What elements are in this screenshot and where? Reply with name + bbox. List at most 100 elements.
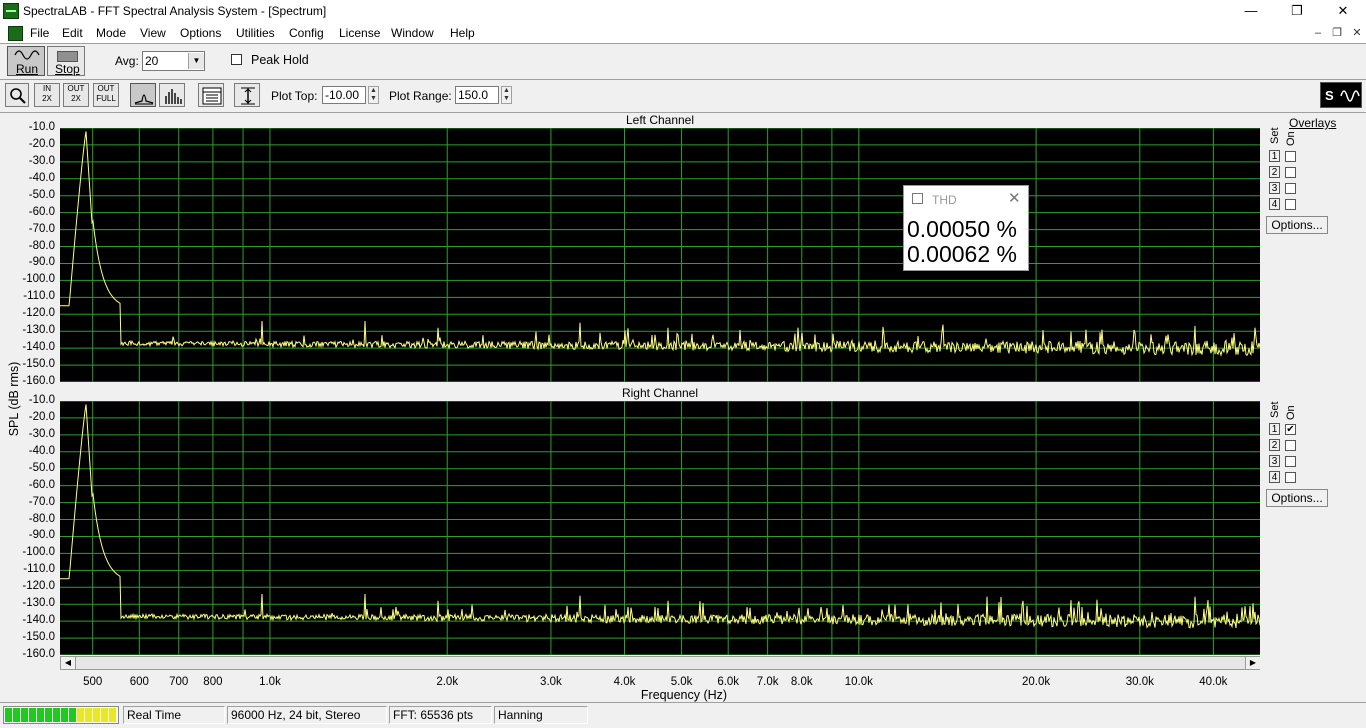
window-title: SpectraLAB - FFT Spectral Analysis Syste…: [23, 4, 327, 18]
spectralab-logo: S: [1320, 82, 1362, 108]
menu-edit[interactable]: Edit: [62, 26, 83, 40]
y-tick-label: -70.0: [28, 222, 55, 235]
overlay-on-checkbox[interactable]: [1285, 440, 1296, 451]
overlay-set-button[interactable]: 4: [1269, 198, 1280, 210]
thd-close-icon[interactable]: ✕: [1008, 189, 1021, 207]
y-tick-label: -160.0: [22, 375, 55, 387]
overlay-set-label: Set: [1269, 401, 1281, 418]
zoom-full-button[interactable]: OUT FULL: [93, 83, 119, 107]
run-button[interactable]: Run: [7, 46, 45, 76]
chevron-down-icon[interactable]: ▼: [188, 53, 204, 69]
left-options-button[interactable]: Options...: [1266, 216, 1328, 234]
overlay-on-checkbox[interactable]: [1285, 472, 1296, 483]
document-icon[interactable]: [8, 26, 23, 41]
x-tick-label: 40.0k: [1199, 676, 1228, 688]
overlay-set-button[interactable]: 3: [1269, 182, 1280, 194]
horizontal-scrollbar[interactable]: [60, 656, 1260, 670]
overlay-set-button[interactable]: 1: [1269, 150, 1280, 162]
peak-hold-label: Peak Hold: [251, 53, 309, 67]
overlay-on-checkbox[interactable]: [1285, 456, 1296, 467]
mdi-restore-button[interactable]: ❐: [1328, 24, 1346, 42]
left-channel-title: Left Channel: [625, 113, 695, 127]
display-settings-button[interactable]: [198, 83, 224, 107]
zoom-in-2x-button[interactable]: IN 2X: [34, 83, 60, 107]
plot-range-spinner[interactable]: ▲ ▼: [501, 86, 512, 104]
menu-file[interactable]: File: [30, 26, 49, 40]
y-tick-label: -80.0: [28, 512, 55, 525]
plot-top-spinner[interactable]: ▲ ▼: [368, 86, 379, 104]
y-tick-label: -110.0: [23, 563, 55, 576]
x-tick-label: 1.0k: [259, 676, 281, 688]
x-tick-label: 8.0k: [790, 676, 813, 688]
thd-window[interactable]: THD ✕ 0.00050 % 0.00062 %: [903, 185, 1029, 271]
menu-config[interactable]: Config: [289, 26, 324, 40]
mdi-close-button[interactable]: ✕: [1348, 24, 1366, 42]
y-tick-label: -100.0: [22, 273, 55, 286]
line-graph-button[interactable]: [130, 83, 156, 107]
plot-top-input[interactable]: [322, 86, 366, 104]
scroll-left-icon[interactable]: ◀: [61, 657, 76, 669]
scroll-right-icon[interactable]: ▶: [1245, 657, 1260, 669]
minimize-button[interactable]: —: [1228, 0, 1274, 23]
table-icon: [202, 87, 222, 105]
stop-button[interactable]: Stop: [47, 46, 85, 76]
menu-mode[interactable]: Mode: [96, 26, 126, 40]
zoom-in-label: IN: [43, 84, 51, 93]
x-tick-label: 20.0k: [1022, 676, 1051, 688]
y-tick-label: -60.0: [28, 478, 55, 491]
zoom-full-label: FULL: [96, 94, 116, 103]
y-tick-label: -90.0: [28, 256, 55, 269]
y-tick-label: -20.0: [28, 410, 55, 423]
menu-help[interactable]: Help: [450, 26, 475, 40]
thd-title: THD: [932, 193, 957, 207]
magnifier-icon: [10, 88, 26, 104]
overlay-on-checkbox[interactable]: [1285, 151, 1296, 162]
menu-utilities[interactable]: Utilities: [236, 26, 275, 40]
right-channel-plot[interactable]: [60, 401, 1260, 655]
overlay-on-checkbox[interactable]: ✔: [1285, 424, 1296, 435]
waveform-icon: [14, 50, 40, 60]
x-tick-label: 30.0k: [1125, 676, 1154, 688]
toolbar-divider: [0, 43, 1366, 44]
overlay-set-button[interactable]: 3: [1269, 455, 1280, 467]
overlay-set-button[interactable]: 2: [1269, 439, 1280, 451]
overlay-on-checkbox[interactable]: [1285, 199, 1296, 210]
level-meter-segment: [109, 708, 116, 722]
svg-text:S: S: [1325, 88, 1334, 103]
overlay-set-button[interactable]: 4: [1269, 471, 1280, 483]
bar-graph-button[interactable]: [159, 83, 185, 107]
zoom-out-2x-button[interactable]: OUT 2X: [63, 83, 89, 107]
mdi-minimize-button[interactable]: –: [1309, 24, 1327, 42]
x-tick-label: 5.0k: [670, 676, 693, 688]
app-icon[interactable]: [3, 3, 19, 19]
zoom-out-2x-label: 2X: [71, 94, 81, 103]
stop-icon: [57, 51, 78, 62]
overlay-set-button[interactable]: 1: [1269, 423, 1280, 435]
y-tick-label: -80.0: [28, 239, 55, 252]
close-button[interactable]: ✕: [1320, 0, 1366, 23]
menu-options[interactable]: Options: [180, 26, 221, 40]
status-mode: Real Time: [123, 706, 225, 724]
avg-label: Avg:: [115, 54, 139, 68]
overlay-on-checkbox[interactable]: [1285, 183, 1296, 194]
menu-window[interactable]: Window: [391, 26, 434, 40]
x-tick-label: 3.0k: [540, 676, 562, 688]
overlay-on-checkbox[interactable]: [1285, 167, 1296, 178]
menu-license[interactable]: License: [339, 26, 380, 40]
y-tick-label: -140.0: [22, 341, 55, 354]
overlay-set-button[interactable]: 2: [1269, 166, 1280, 178]
peak-hold-checkbox[interactable]: [231, 54, 242, 65]
zoom-in-2x-label: 2X: [42, 94, 52, 103]
zoom-button[interactable]: [5, 83, 29, 107]
y-tick-label: -150.0: [22, 358, 55, 371]
y-tick-label: -140.0: [22, 614, 55, 627]
right-channel-title: Right Channel: [621, 386, 699, 400]
plot-range-input[interactable]: [455, 86, 499, 104]
overlay-set-label: Set: [1269, 127, 1281, 144]
level-meter-segment: [61, 708, 68, 722]
autoscale-button[interactable]: [234, 83, 260, 107]
right-options-button[interactable]: Options...: [1266, 489, 1328, 507]
menu-view[interactable]: View: [140, 26, 166, 40]
maximize-button[interactable]: ❐: [1274, 0, 1320, 23]
left-channel-plot[interactable]: [60, 128, 1260, 382]
